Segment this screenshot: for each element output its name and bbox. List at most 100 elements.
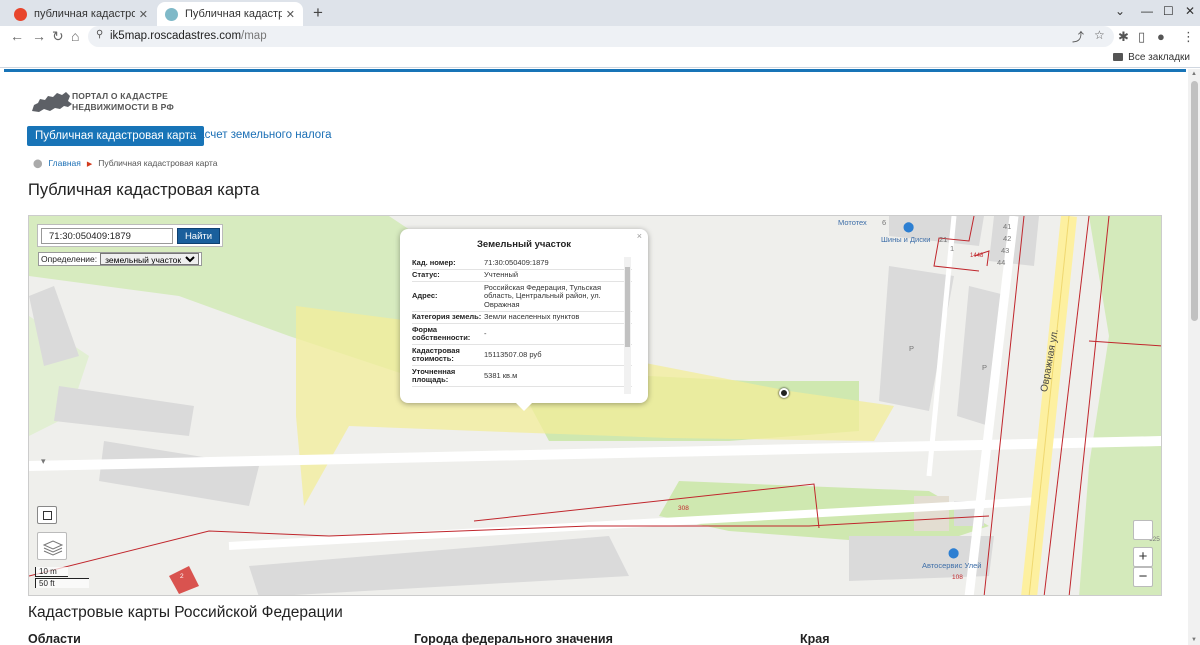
browser-tab-2[interactable]: Публичная кадастровая ка ✕ bbox=[157, 2, 303, 26]
breadcrumb-home-link[interactable]: Главная bbox=[49, 158, 81, 168]
map-label-44: 44 bbox=[997, 258, 1006, 267]
close-window-icon[interactable]: ✕ bbox=[1185, 4, 1195, 18]
tab-title: Публичная кадастровая ка bbox=[185, 8, 282, 20]
location-pin-icon: ⬤ bbox=[33, 158, 43, 168]
home-icon[interactable]: ⌂ bbox=[71, 28, 79, 44]
column-regions: Области bbox=[28, 632, 81, 645]
table-row: Кадастровая стоимость: 15113507.08 руб bbox=[412, 345, 632, 366]
menu-kebab-icon[interactable]: ⋮ bbox=[1182, 29, 1195, 45]
map-label-mototeh: Мототех bbox=[838, 218, 867, 227]
tab-search-icon[interactable]: ⌄ bbox=[1115, 4, 1125, 18]
column-federal-cities: Города федерального значения bbox=[414, 632, 613, 645]
scale-bar-imperial: 50 ft bbox=[35, 578, 89, 588]
parcel-info-popup: × Земельный участок Кад. номер: 71:30:050… bbox=[400, 229, 648, 411]
popup-scrollbar-thumb[interactable] bbox=[625, 267, 630, 347]
row-key: Уточненная площадь: bbox=[412, 366, 456, 384]
all-bookmarks[interactable]: Все закладки bbox=[1113, 52, 1190, 63]
breadcrumb-separator-icon: ▶ bbox=[86, 161, 93, 168]
yandex-favicon-icon bbox=[14, 7, 27, 21]
scroll-down-icon[interactable]: ▼ bbox=[1191, 637, 1197, 643]
top-accent-line bbox=[4, 69, 1186, 72]
row-key: Категория земель: bbox=[412, 312, 482, 321]
bookmarks-bar: Все закладки bbox=[0, 48, 1200, 68]
definition-select[interactable]: земельный участок bbox=[100, 253, 200, 265]
scale-bar-metric: 10 m bbox=[35, 567, 68, 577]
map-label-2: 2 bbox=[180, 573, 184, 580]
find-button[interactable]: Найти bbox=[177, 228, 220, 244]
row-value: 5381 кв.м bbox=[484, 370, 518, 380]
popup-scrollbar[interactable] bbox=[624, 257, 631, 394]
profile-avatar-icon[interactable]: ● bbox=[1157, 29, 1165, 44]
side-panel-icon[interactable]: ▯ bbox=[1138, 29, 1145, 45]
table-row: Адрес: Российская Федерация, Тульская обл… bbox=[412, 282, 632, 312]
row-key: Адрес: bbox=[412, 291, 438, 300]
logo-line-2: НЕДВИЖИМОСТИ В РФ bbox=[72, 102, 174, 112]
parcel-attributes-table[interactable]: Кад. номер: 71:30:050409:1879 Статус: Учте… bbox=[412, 257, 632, 394]
browser-tab-1[interactable]: публичная кадастровая ка ✕ bbox=[6, 2, 156, 26]
map-label-autoservice: Автосервис Улей bbox=[922, 561, 982, 570]
map-label-108: 108 bbox=[952, 574, 963, 581]
page-scrollbar[interactable]: ▲ ▼ bbox=[1188, 69, 1200, 645]
map-label-6: 6 bbox=[882, 218, 887, 227]
map-fullscreen-button[interactable] bbox=[1133, 520, 1153, 540]
row-key: Статус: bbox=[412, 270, 440, 279]
maximize-icon[interactable]: ☐ bbox=[1163, 4, 1174, 18]
close-tab-icon[interactable]: ✕ bbox=[139, 8, 148, 21]
tire-shop-icon[interactable]: ⬤ bbox=[903, 222, 914, 233]
row-value: Учтенный bbox=[484, 270, 519, 279]
map-label-1: 1 bbox=[950, 244, 955, 253]
cadastral-map[interactable]: Мототех 6 ⬤ Шины и Диски 21 1 41 42 43 4… bbox=[28, 215, 1162, 596]
site-logo-text[interactable]: ПОРТАЛ О КАДАСТРЕ НЕДВИЖИМОСТИ В РФ bbox=[72, 91, 174, 113]
breadcrumb: ⬤ Главная ▶ Публичная кадастровая карта bbox=[33, 158, 217, 169]
square-icon bbox=[43, 511, 52, 520]
zoom-in-button[interactable]: + bbox=[1133, 547, 1153, 567]
autoservice-icon[interactable]: ⬤ bbox=[948, 548, 959, 559]
row-value: 15113507.08 руб bbox=[484, 349, 542, 359]
site-info-icon[interactable]: ⚲ bbox=[96, 29, 103, 40]
site-favicon-icon bbox=[165, 7, 178, 21]
breadcrumb-current: Публичная кадастровая карта bbox=[98, 158, 218, 168]
map-label-21: 21 bbox=[939, 235, 948, 244]
nav-tab-land-tax[interactable]: Расчет земельного налога bbox=[191, 129, 332, 141]
table-row: Статус: Учтенный bbox=[412, 270, 632, 282]
new-tab-icon[interactable]: + bbox=[313, 3, 323, 23]
table-row: Форма собственности: - bbox=[412, 324, 632, 345]
fullscreen-toggle-icon[interactable] bbox=[37, 506, 57, 524]
page-scrollbar-thumb[interactable] bbox=[1191, 81, 1198, 321]
section-title: Кадастровые карты Российской Федерации bbox=[28, 604, 343, 621]
definition-label: Определение: bbox=[41, 254, 98, 264]
map-label-1448: 1448 bbox=[970, 253, 984, 259]
close-tab-icon[interactable]: ✕ bbox=[286, 8, 295, 21]
row-key: Кадастровая стоимость: bbox=[412, 345, 460, 363]
cadastral-search-panel: Найти bbox=[37, 224, 223, 247]
definition-panel: Определение: земельный участок bbox=[38, 252, 203, 266]
minimize-icon[interactable]: — bbox=[1141, 4, 1153, 18]
map-label-43: 43 bbox=[1001, 246, 1010, 255]
cadastral-number-input[interactable] bbox=[41, 228, 173, 244]
table-row: Категория земель: Земли населенных пункто… bbox=[412, 312, 632, 324]
nav-tab-cadastral-map[interactable]: Публичная кадастровая карта bbox=[27, 126, 205, 146]
back-icon[interactable]: ← bbox=[10, 28, 24, 44]
browser-toolbar: ← → ↻ ⌂ ⚲ ik5map.roscadastres.com/map ⤴ … bbox=[0, 26, 1200, 48]
page-title: Публичная кадастровая карта bbox=[28, 181, 260, 199]
reload-icon[interactable]: ↻ bbox=[52, 28, 64, 45]
tab-title: публичная кадастровая ка bbox=[34, 8, 135, 20]
forward-icon[interactable]: → bbox=[32, 28, 46, 44]
row-value: - bbox=[484, 328, 487, 338]
browser-tab-strip: публичная кадастровая ка ✕ Публичная кад… bbox=[0, 0, 1200, 26]
table-row: Кад. номер: 71:30:050409:1879 bbox=[412, 257, 632, 270]
url-text: ik5map.roscadastres.com/map bbox=[110, 30, 267, 42]
map-location-marker-icon[interactable] bbox=[779, 388, 789, 398]
address-bar[interactable]: ⚲ ik5map.roscadastres.com/map ⤴ ☆ bbox=[88, 26, 1114, 47]
scroll-up-icon[interactable]: ▲ bbox=[1191, 71, 1197, 77]
extensions-icon[interactable]: ✱ bbox=[1118, 29, 1129, 45]
page-viewport: ПОРТАЛ О КАДАСТРЕ НЕДВИЖИМОСТИ В РФ Публ… bbox=[0, 69, 1200, 645]
bookmark-star-icon[interactable]: ☆ bbox=[1094, 28, 1105, 42]
map-label-parking-2: P bbox=[982, 363, 988, 372]
row-key: Форма собственности: bbox=[412, 324, 471, 342]
layers-button[interactable] bbox=[37, 532, 67, 560]
share-icon[interactable]: ⤴ bbox=[1072, 28, 1084, 45]
zoom-out-button[interactable]: − bbox=[1133, 567, 1153, 587]
popup-pointer bbox=[515, 402, 533, 411]
map-label-308: 308 bbox=[678, 505, 689, 512]
